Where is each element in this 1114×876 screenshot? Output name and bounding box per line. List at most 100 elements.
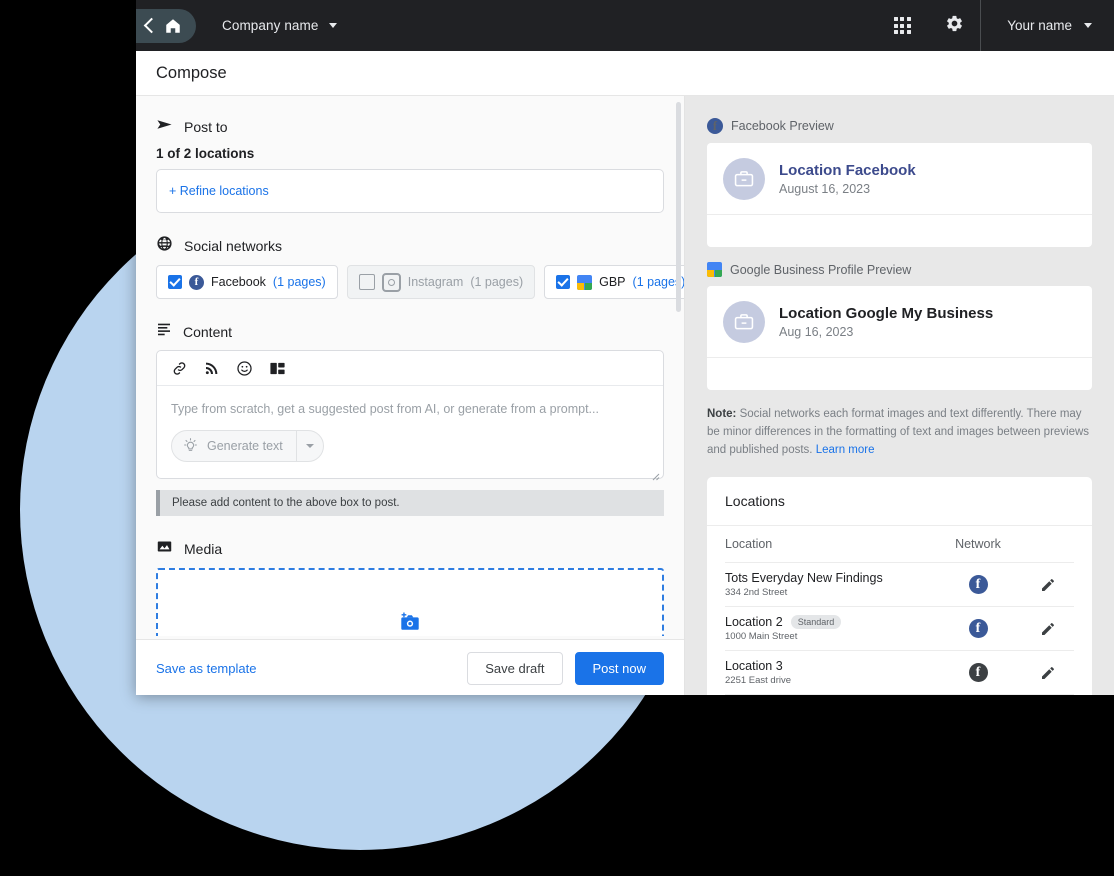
rss-icon[interactable] [204,360,220,376]
gbp-preview-date: Aug 16, 2023 [779,325,854,339]
location-name: Location 3 [725,659,783,673]
chevron-down-icon [305,444,314,448]
facebook-icon: f [968,619,988,638]
generate-text-button[interactable]: Generate text [171,430,324,462]
facebook-preview-body [707,214,1092,247]
media-dropzone[interactable] [156,568,664,636]
generate-text-dropdown[interactable] [295,431,323,461]
generate-row: Generate text [157,416,663,478]
location-cell: Tots Everyday New Findings 334 2nd Stree… [725,571,934,598]
apps-grid-button[interactable] [876,0,928,51]
apps-grid-icon [893,16,911,35]
pencil-icon[interactable] [1040,665,1056,681]
pencil-icon[interactable] [1040,621,1056,637]
facebook-preview-label: Facebook Preview [731,119,834,133]
column-header-network: Network [955,537,1001,551]
table-row[interactable]: Location 2 Standard 1000 Main Street f [725,607,1074,651]
table-row[interactable]: Tots Everyday New Findings 334 2nd Stree… [725,563,1074,607]
gbp-preview-body [707,357,1092,390]
editor-toolbar [157,351,663,386]
network-cell: f [934,663,1022,682]
briefcase-icon [723,301,765,343]
network-pages-facebook: (1 pages) [272,275,326,289]
user-name-label: Your name [1007,18,1072,33]
compose-scroll-area[interactable]: Post to 1 of 2 locations + Refine locati… [136,96,684,636]
content-placeholder[interactable]: Type from scratch, get a suggested post … [157,386,663,416]
network-label-instagram: Instagram [407,275,464,289]
send-icon [156,116,173,138]
post-to-label: Post to [184,119,228,135]
company-name-dropdown[interactable]: Company name [208,18,337,33]
home-button[interactable] [136,8,196,43]
emoji-icon[interactable] [236,360,253,377]
add-photo-icon[interactable] [399,611,421,637]
edit-cell [1022,665,1074,681]
refine-locations-link[interactable]: + Refine locations [169,184,269,198]
vertical-scrollbar[interactable] [676,102,681,312]
user-menu[interactable]: Your name [980,0,1114,51]
chevron-down-icon[interactable] [328,23,337,28]
settings-button[interactable] [928,0,980,51]
generate-text-label: Generate text [207,439,283,453]
chevron-left-icon[interactable] [143,17,160,34]
facebook-icon: f [707,118,723,134]
learn-more-link[interactable]: Learn more [816,444,875,456]
gbp-preview-card: Location Google My Business Aug 16, 2023 [707,286,1092,390]
home-icon[interactable] [164,17,182,35]
locations-card: Locations Location Network Tots Everyday… [707,477,1092,695]
save-draft-button[interactable]: Save draft [467,651,563,685]
media-section-header: Media [156,538,664,560]
gear-icon [945,14,964,38]
table-row[interactable]: Location 3 2251 East drive f [725,651,1074,695]
facebook-checkbox[interactable] [168,275,182,289]
pencil-icon[interactable] [1040,577,1056,593]
location-name: Tots Everyday New Findings [725,571,883,585]
image-icon [156,538,173,560]
locations-count-label: 1 of 2 locations [156,146,255,161]
post-now-button[interactable]: Post now [574,651,664,685]
location-cell: Location 3 2251 East drive [725,659,934,686]
status-badge: Standard [790,615,842,629]
compose-footer-actions: Save draft Post now [467,651,664,685]
location-address: 1000 Main Street [725,631,798,642]
resize-handle[interactable] [652,468,660,481]
facebook-preview-date: August 16, 2023 [779,182,871,196]
network-chip-facebook[interactable]: f Facebook (1 pages) [156,265,338,299]
compose-header: Compose [136,51,1114,96]
refine-locations-box[interactable]: + Refine locations [156,169,664,213]
topbar-right-group: Your name [876,0,1114,51]
locations-table: Location Network Tots Everyday New Findi… [707,526,1092,695]
google-business-profile-icon [707,262,722,277]
social-networks-chips: f Facebook (1 pages) Instagram (1 pages)… [156,265,684,299]
top-navigation-bar: Company name Your name [136,0,1114,51]
gbp-preview-label: Google Business Profile Preview [730,262,912,277]
facebook-preview-top: Location Facebook August 16, 2023 [707,143,1092,214]
google-business-profile-icon [577,274,593,290]
network-chip-gbp[interactable]: GBP (1 pages) [544,265,684,299]
column-header-location: Location [725,537,773,551]
gbp-checkbox[interactable] [556,275,571,289]
gbp-preview-top: Location Google My Business Aug 16, 2023 [707,286,1092,357]
compose-footer: Save as template Save draft Post now [136,639,684,695]
location-name-group: Location 2 Standard [725,615,934,629]
chevron-down-icon[interactable] [1084,23,1092,28]
layout-icon[interactable] [269,360,286,377]
gbp-preview-title: Location Google My Business [779,305,994,322]
instagram-checkbox[interactable] [358,274,375,290]
save-as-template-link[interactable]: Save as template [156,661,256,676]
network-chip-instagram[interactable]: Instagram (1 pages) [346,265,536,299]
gbp-preview-text: Location Google My Business Aug 16, 2023 [779,305,993,339]
globe-icon [156,235,173,257]
location-cell: Location 2 Standard 1000 Main Street [725,615,934,642]
location-name: Location 2 [725,615,783,629]
location-address: 2251 East drive [725,675,792,686]
location-address: 334 2nd Street [725,587,788,598]
link-icon[interactable] [171,360,188,377]
generate-text-label-group[interactable]: Generate text [172,437,296,455]
content-editor[interactable]: Type from scratch, get a suggested post … [156,350,664,481]
facebook-preview-title: Location Facebook [779,162,916,179]
compose-body: Post to 1 of 2 locations + Refine locati… [136,96,1114,695]
network-label-gbp: GBP [599,275,626,289]
facebook-preview-card: Location Facebook August 16, 2023 [707,143,1092,247]
social-networks-section-header: Social networks [156,235,664,257]
